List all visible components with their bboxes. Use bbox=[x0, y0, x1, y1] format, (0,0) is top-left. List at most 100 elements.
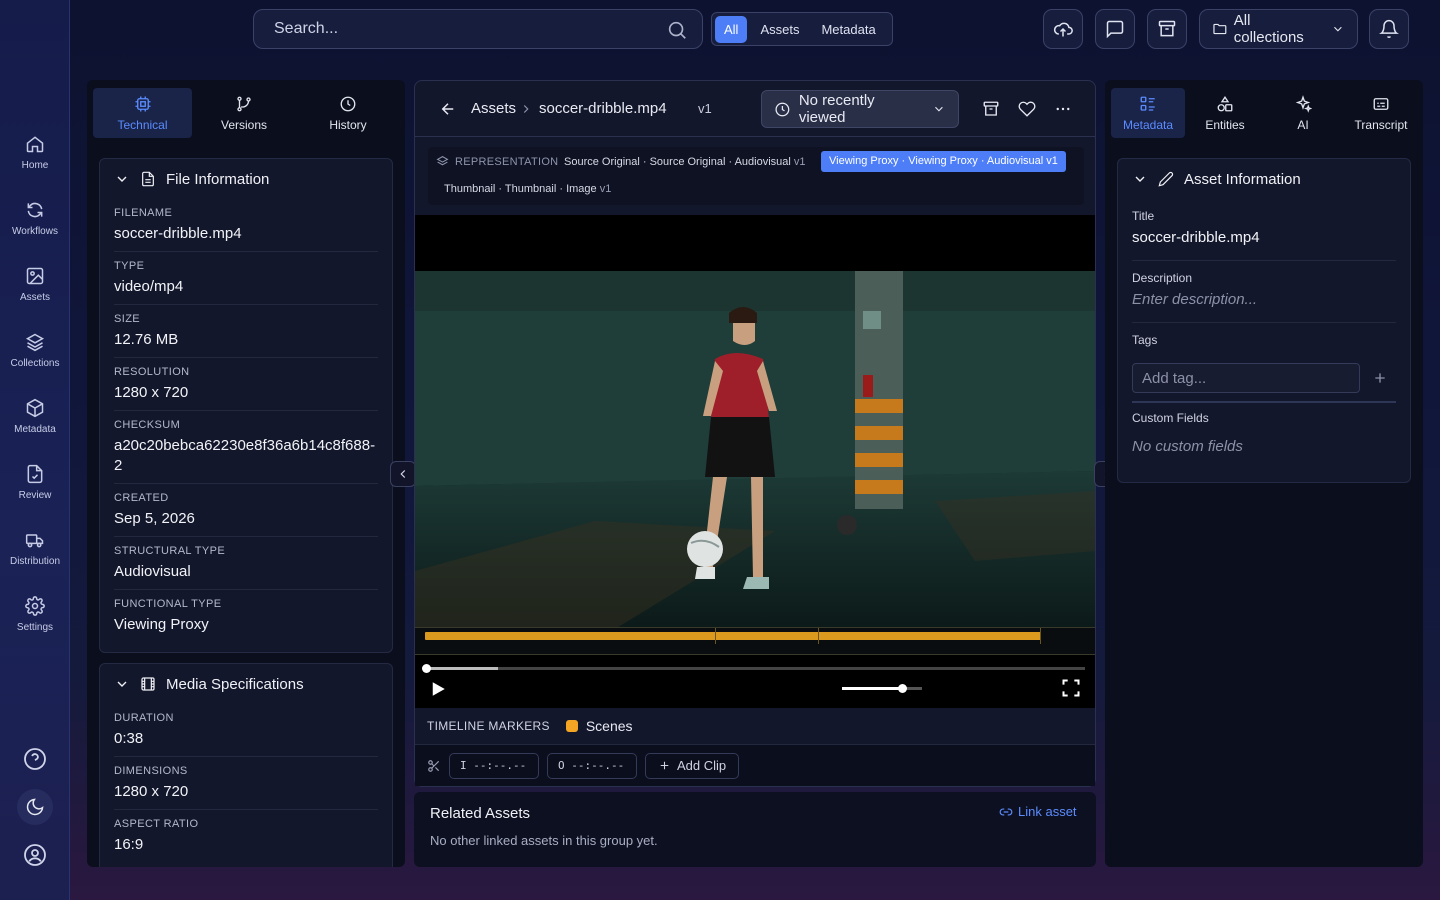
chevron-down-icon bbox=[117, 681, 127, 687]
tab-label: Metadata bbox=[1122, 117, 1174, 132]
card-title: File Information bbox=[166, 170, 270, 188]
plus-icon[interactable] bbox=[1372, 370, 1388, 386]
filter-metadata[interactable]: Metadata bbox=[812, 16, 884, 43]
recently-viewed-dropdown[interactable]: No recently viewed bbox=[761, 90, 959, 128]
more-horizontal-icon[interactable] bbox=[1054, 100, 1072, 118]
card-title: Asset Information bbox=[1184, 170, 1301, 188]
scenes-swatch bbox=[565, 720, 578, 732]
breadcrumb-assets[interactable]: Assets bbox=[471, 100, 516, 117]
archive-icon[interactable] bbox=[982, 100, 1000, 118]
filter-all[interactable]: All bbox=[715, 15, 748, 43]
field-title: Title soccer-dribble.mp4 bbox=[1132, 199, 1396, 261]
help-icon[interactable] bbox=[23, 747, 47, 771]
video-frame-image bbox=[415, 271, 1095, 629]
volume-slider[interactable] bbox=[842, 684, 922, 693]
fullscreen-icon[interactable] bbox=[1061, 678, 1081, 698]
rep-thumbnail[interactable]: Thumbnail · Thumbnail · Image v1 bbox=[444, 183, 611, 195]
tab-ai[interactable]: AI bbox=[1265, 88, 1341, 138]
description-input[interactable]: Enter description... bbox=[1132, 290, 1396, 310]
timeline-markers-track[interactable] bbox=[415, 627, 1095, 655]
scenes-label[interactable]: Scenes bbox=[586, 718, 633, 734]
tag-input[interactable]: Add tag... bbox=[1132, 363, 1360, 393]
field-filename: FILENAME soccer-dribble.mp4 bbox=[114, 199, 378, 252]
pencil-icon bbox=[1158, 171, 1174, 187]
notifications-button[interactable] bbox=[1369, 9, 1409, 49]
nav-item-distribution[interactable]: Distribution bbox=[0, 528, 70, 588]
seek-bar[interactable] bbox=[422, 664, 1085, 673]
field-duration: DURATION 0:38 bbox=[114, 704, 378, 757]
comments-button[interactable] bbox=[1095, 9, 1135, 49]
archive-icon bbox=[1158, 20, 1176, 37]
file-information-header[interactable]: File Information bbox=[100, 159, 392, 199]
field-label: STRUCTURAL TYPE bbox=[114, 545, 226, 557]
tab-entities[interactable]: Entities bbox=[1185, 88, 1265, 138]
clip-out-input[interactable]: O --:--.-- bbox=[547, 752, 637, 779]
filter-assets[interactable]: Assets bbox=[751, 16, 808, 43]
nav-label: Settings bbox=[16, 622, 54, 633]
file-check-icon bbox=[27, 464, 43, 484]
arrow-left-icon[interactable] bbox=[439, 100, 457, 118]
video-player[interactable] bbox=[415, 215, 1095, 708]
collections-dropdown[interactable]: All collections bbox=[1199, 9, 1358, 49]
theme-toggle[interactable] bbox=[17, 789, 53, 825]
nav-item-assets[interactable]: Assets bbox=[0, 264, 70, 324]
layers-icon bbox=[436, 156, 449, 166]
title-value[interactable]: soccer-dribble.mp4 bbox=[1132, 228, 1396, 248]
heart-icon[interactable] bbox=[1018, 100, 1036, 118]
rep-viewing-proxy[interactable]: Viewing Proxy · Viewing Proxy · Audiovis… bbox=[821, 151, 1066, 172]
card-title: Media Specifications bbox=[166, 675, 304, 693]
seek-handle[interactable] bbox=[422, 664, 431, 673]
nav-label: Distribution bbox=[9, 556, 61, 567]
representation-label: REPRESENTATION bbox=[455, 156, 559, 168]
upload-button[interactable] bbox=[1043, 9, 1083, 49]
tab-history[interactable]: History bbox=[296, 88, 400, 138]
rep-version: v1 bbox=[599, 183, 612, 195]
link-asset-button[interactable]: Link asset bbox=[999, 804, 1077, 819]
search-icon bbox=[668, 21, 686, 39]
volume-handle[interactable] bbox=[898, 684, 907, 693]
nav-item-collections[interactable]: Collections bbox=[0, 330, 70, 390]
video-frame bbox=[415, 271, 1095, 629]
play-icon[interactable] bbox=[429, 680, 447, 698]
tab-label: Entities bbox=[1205, 117, 1245, 132]
nav-item-metadata[interactable]: Metadata bbox=[0, 396, 70, 456]
field-dimensions: DIMENSIONS 1280 x 720 bbox=[114, 757, 378, 810]
tab-metadata[interactable]: Metadata bbox=[1111, 88, 1185, 138]
field-label: DIMENSIONS bbox=[114, 765, 188, 777]
refresh-icon bbox=[27, 202, 43, 218]
tab-transcript[interactable]: Transcript bbox=[1341, 88, 1421, 138]
field-label: RESOLUTION bbox=[114, 366, 190, 378]
collapse-left-button[interactable] bbox=[390, 461, 416, 487]
tab-label: Versions bbox=[220, 117, 268, 132]
media-specifications-header[interactable]: Media Specifications bbox=[100, 664, 392, 704]
asset-information-header[interactable]: Asset Information bbox=[1118, 159, 1410, 199]
user-circle-icon[interactable] bbox=[23, 843, 47, 867]
related-empty: No other linked assets in this group yet… bbox=[430, 833, 658, 848]
tab-technical[interactable]: Technical bbox=[93, 88, 192, 138]
add-clip-button[interactable]: Add Clip bbox=[645, 752, 740, 779]
field-structural-type: STRUCTURAL TYPE Audiovisual bbox=[114, 537, 378, 590]
tab-versions[interactable]: Versions bbox=[192, 88, 296, 138]
field-label: CREATED bbox=[114, 492, 169, 504]
nav-label: Metadata bbox=[14, 424, 56, 435]
clip-in-input[interactable]: I --:--.-- bbox=[449, 752, 539, 779]
archive-button[interactable] bbox=[1147, 9, 1187, 49]
collections-label: All collections bbox=[1233, 12, 1304, 46]
nav-item-workflows[interactable]: Workflows bbox=[0, 198, 70, 258]
recent-label: No recently viewed bbox=[798, 92, 875, 126]
field-resolution: RESOLUTION 1280 x 720 bbox=[114, 358, 378, 411]
layers-icon bbox=[25, 333, 45, 352]
right-panel: Metadata Entities AI Transcript Asset In… bbox=[1105, 80, 1423, 867]
scene-marker[interactable] bbox=[425, 632, 1041, 640]
field-size: SIZE 12.76 MB bbox=[114, 305, 378, 358]
gear-icon bbox=[25, 596, 45, 616]
clock-icon bbox=[775, 102, 790, 116]
nav-item-home[interactable]: Home bbox=[0, 132, 70, 192]
search-input[interactable]: Search... bbox=[253, 9, 703, 49]
nav-item-review[interactable]: Review bbox=[0, 462, 70, 522]
nav-item-settings[interactable]: Settings bbox=[0, 594, 70, 654]
rep-source-original[interactable]: Source Original · Source Original · Audi… bbox=[564, 156, 806, 168]
chevron-down-icon bbox=[1334, 26, 1342, 32]
plus-icon bbox=[660, 761, 669, 770]
player-controls bbox=[415, 661, 1095, 708]
